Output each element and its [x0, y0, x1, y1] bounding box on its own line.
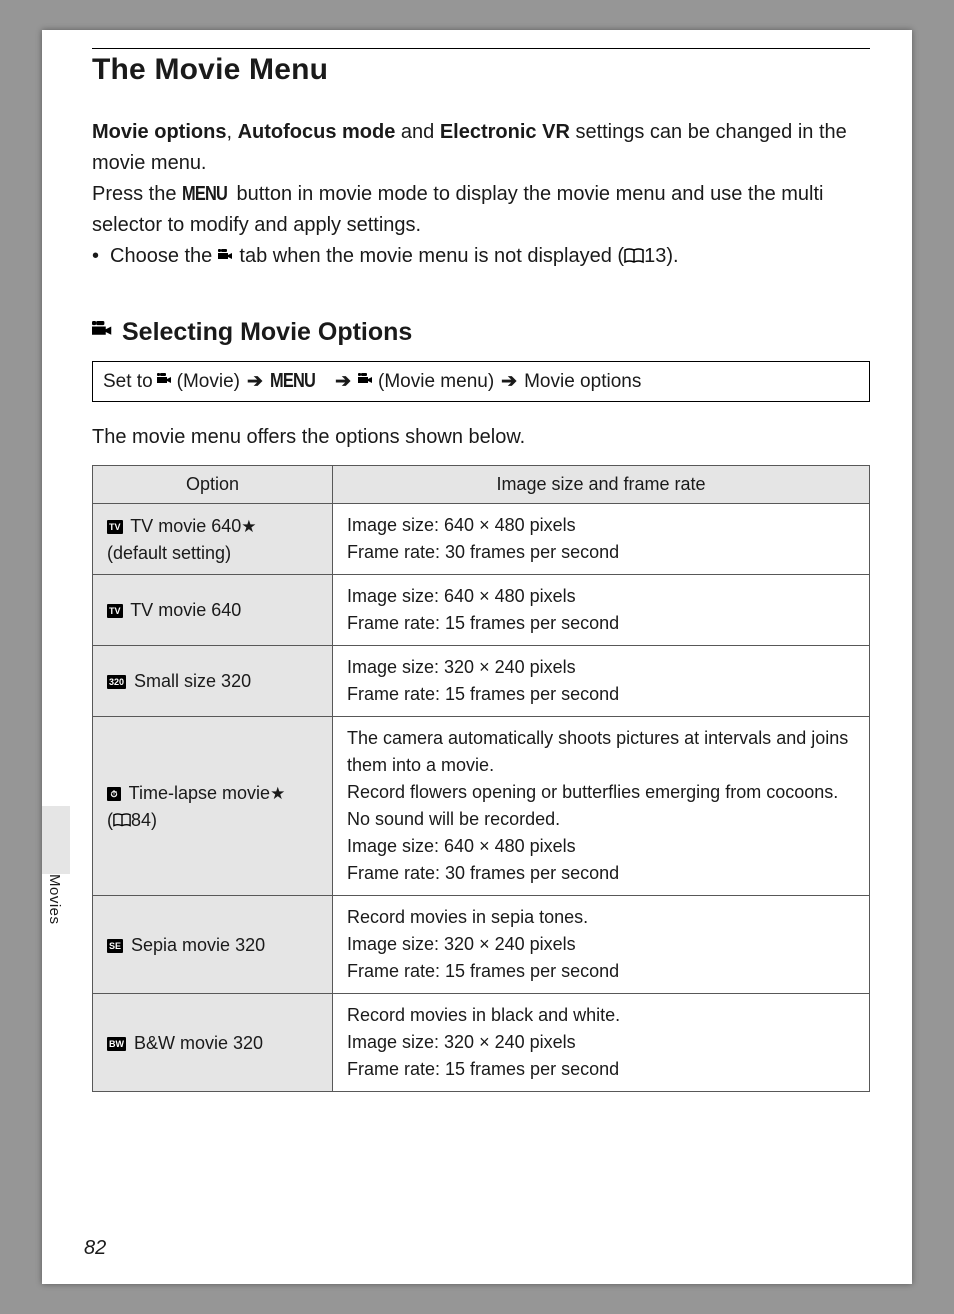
movie-mode-icon	[157, 371, 173, 393]
option-cell: SE Sepia movie 320	[93, 896, 333, 994]
description-cell: Image size: 320 × 240 pixelsFrame rate: …	[333, 646, 870, 717]
option-type-icon: BW	[107, 1037, 126, 1051]
section-heading: Selecting Movie Options	[92, 318, 870, 347]
intro-paragraph-2: Press the MENU button in movie mode to d…	[92, 179, 870, 241]
arrow-icon: ➔	[247, 370, 263, 393]
option-type-icon: TV	[107, 520, 123, 534]
navigation-path-box: Set to (Movie) ➔ MENU ➔ (Movie menu) ➔ M…	[92, 361, 870, 402]
bullet-text: Choose the tab when the movie menu is no…	[110, 241, 679, 274]
bullet-dot: •	[92, 241, 110, 274]
bold-autofocus: Autofocus mode	[238, 121, 396, 143]
menu-button-glyph: MENU	[182, 179, 227, 210]
star-icon: ★	[270, 784, 285, 803]
side-thumb-tab	[42, 806, 70, 874]
menu-button-glyph: MENU	[270, 370, 315, 393]
option-type-icon: ⏱	[107, 787, 121, 801]
description-cell: Record movies in black and white.Image s…	[333, 994, 870, 1092]
top-rule	[92, 48, 870, 49]
option-type-icon: SE	[107, 939, 123, 953]
table-row: 320 Small size 320Image size: 320 × 240 …	[93, 646, 870, 717]
col-header-desc: Image size and frame rate	[333, 466, 870, 504]
description-cell: Image size: 640 × 480 pixelsFrame rate: …	[333, 504, 870, 575]
option-cell: BW B&W movie 320	[93, 994, 333, 1092]
description-cell: Image size: 640 × 480 pixelsFrame rate: …	[333, 575, 870, 646]
movie-options-table: Option Image size and frame rate TV TV m…	[92, 465, 870, 1092]
page-content: The Movie Menu Movie options, Autofocus …	[42, 30, 912, 1092]
description-cell: Record movies in sepia tones.Image size:…	[333, 896, 870, 994]
manual-page: Movies The Movie Menu Movie options, Aut…	[42, 30, 912, 1284]
table-row: TV TV movie 640★(default setting)Image s…	[93, 504, 870, 575]
table-row: ⏱ Time-lapse movie★(84)The camera automa…	[93, 717, 870, 896]
arrow-icon: ➔	[335, 370, 351, 393]
bold-movie-options: Movie options	[92, 121, 226, 143]
option-cell: TV TV movie 640	[93, 575, 333, 646]
option-type-icon: 320	[107, 675, 126, 689]
section-label-vertical: Movies	[46, 874, 63, 925]
page-number: 82	[84, 1237, 106, 1260]
option-cell: ⏱ Time-lapse movie★(84)	[93, 717, 333, 896]
table-intro-text: The movie menu offers the options shown …	[92, 422, 870, 453]
star-icon: ★	[241, 517, 256, 536]
arrow-icon: ➔	[501, 370, 517, 393]
table-row: BW B&W movie 320Record movies in black a…	[93, 994, 870, 1092]
option-type-icon: TV	[107, 604, 123, 618]
page-title: The Movie Menu	[92, 53, 870, 87]
intro-paragraph-1: Movie options, Autofocus mode and Electr…	[92, 117, 870, 179]
option-cell: TV TV movie 640★(default setting)	[93, 504, 333, 575]
table-row: SE Sepia movie 320Record movies in sepia…	[93, 896, 870, 994]
table-row: TV TV movie 640Image size: 640 × 480 pix…	[93, 575, 870, 646]
section-heading-text: Selecting Movie Options	[122, 318, 412, 347]
book-reference-icon	[624, 243, 644, 274]
col-header-option: Option	[93, 466, 333, 504]
bullet-item: • Choose the tab when the movie menu is …	[92, 241, 870, 274]
movie-mode-icon	[218, 242, 234, 273]
movie-mode-icon	[358, 371, 374, 393]
option-cell: 320 Small size 320	[93, 646, 333, 717]
movie-mode-icon	[92, 318, 114, 347]
bold-electronic-vr: Electronic VR	[440, 121, 570, 143]
description-cell: The camera automatically shoots pictures…	[333, 717, 870, 896]
